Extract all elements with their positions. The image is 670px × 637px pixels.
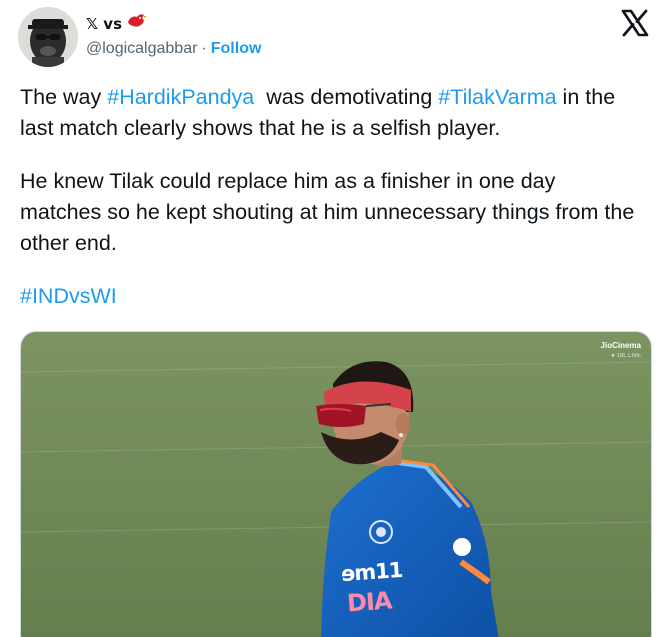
handle-row: @logicalgabbar · Follow <box>86 40 261 58</box>
avatar[interactable] <box>18 7 78 67</box>
red-bird-icon <box>125 12 148 35</box>
tweet-card: 𝕏 vs @logicalgabbar · Follow The way #Ha… <box>0 0 670 637</box>
tweet-media-image[interactable]: JioCinema ● 18L LIVE ɘm11 DIA <box>20 331 652 637</box>
watermark-brand: JioCinema <box>600 341 641 350</box>
tweet-paragraph-2: He knew Tilak could replace him as a fin… <box>20 169 635 255</box>
jersey-country-text: DIA <box>346 586 393 618</box>
display-name-row[interactable]: 𝕏 vs <box>86 12 148 35</box>
hashtag-link[interactable]: #TilakVarma <box>438 85 556 109</box>
hashtag-link[interactable]: #INDvsWI <box>20 284 117 308</box>
follow-button[interactable]: Follow <box>211 40 262 58</box>
jersey-sponsor-text: ɘm11 <box>340 557 404 587</box>
text-fragment: was demotivating <box>254 85 439 109</box>
separator: · <box>201 40 207 57</box>
broadcast-watermark: JioCinema ● 18L LIVE <box>601 340 641 362</box>
display-name[interactable]: 𝕏 vs <box>86 15 122 33</box>
tweet-text: The way #HardikPandya was demotivating #… <box>20 82 640 334</box>
handle[interactable]: @logicalgabbar <box>86 40 197 58</box>
tweet-paragraph-1: The way #HardikPandya was demotivating #… <box>20 82 640 144</box>
text-fragment: The way <box>20 85 108 109</box>
watermark-sub: ● 18L LIVE <box>611 353 641 359</box>
hashtag-link[interactable]: #HardikPandya <box>107 85 254 109</box>
x-logo-icon[interactable] <box>620 8 650 38</box>
